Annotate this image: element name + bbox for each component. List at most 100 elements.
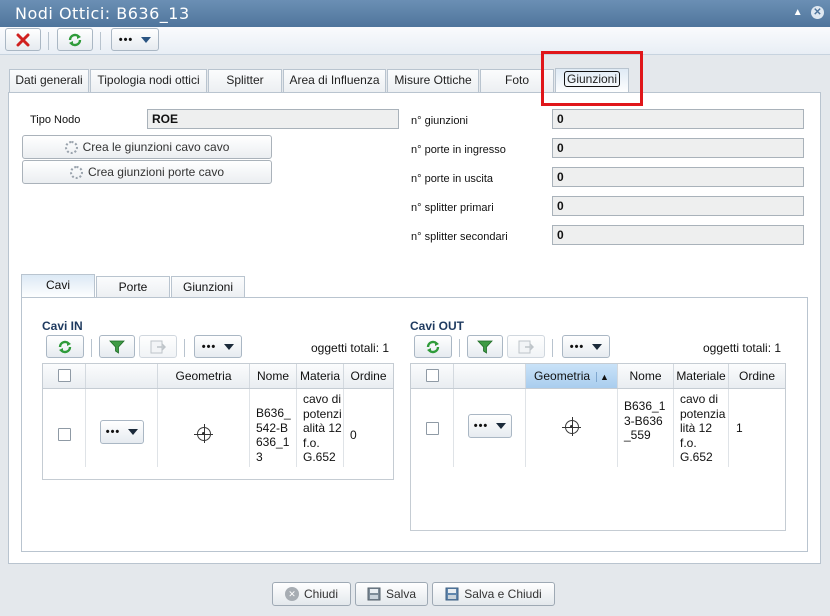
cavi-in-total: oggetti totali: 1 <box>311 341 390 355</box>
minimize-icon[interactable]: ▲ <box>791 6 804 19</box>
n-splitter-primari-field[interactable]: 0 <box>552 196 804 216</box>
crea-giunzioni-cavo-cavo-button[interactable]: Crea le giunzioni cavo cavo <box>22 135 272 159</box>
select-all-checkbox[interactable] <box>58 369 71 382</box>
tab-misure-ottiche[interactable]: Misure Ottiche <box>387 69 479 92</box>
tab-tipologia-nodi-ottici[interactable]: Tipologia nodi ottici <box>90 69 207 92</box>
ordine-cell: 0 <box>344 389 393 467</box>
col-nome[interactable]: Nome <box>250 364 297 388</box>
cavi-in-filter-button[interactable] <box>99 335 135 358</box>
chevron-down-icon <box>128 429 139 435</box>
chevron-down-icon <box>141 36 152 43</box>
more-label: ••• <box>118 33 134 46</box>
n-porte-uscita-label: n° porte in uscita <box>411 173 494 185</box>
locate-target-icon[interactable] <box>194 424 213 443</box>
cavi-out-refresh-button[interactable] <box>414 335 452 358</box>
row-menu-label: ••• <box>473 420 489 432</box>
button-label: Crea giunzioni porte cavo <box>87 165 225 179</box>
n-porte-ingresso-label: n° porte in ingresso <box>411 144 506 156</box>
select-all-checkbox[interactable] <box>426 369 439 382</box>
window-title: Nodi Ottici: B636_13 <box>15 4 190 23</box>
chevron-down-icon <box>592 343 603 350</box>
row-materiale: cavo di potenzialità 12 f.o. G.652 <box>303 392 342 464</box>
close-window-icon[interactable]: ✕ <box>811 6 824 19</box>
more-actions-dropdown[interactable]: ••• <box>111 28 159 51</box>
col-geometria[interactable]: Geometria <box>158 364 250 388</box>
sort-asc-icon: ▲ <box>596 372 609 382</box>
gear-icon <box>69 165 83 179</box>
n-porte-uscita-field[interactable]: 0 <box>552 167 804 187</box>
row-select-cell <box>411 389 454 467</box>
tipo-nodo-label: Tipo Nodo <box>30 114 81 126</box>
n-splitter-secondari-field[interactable]: 0 <box>552 225 804 245</box>
row-menu-label: ••• <box>105 426 121 438</box>
tab-porte[interactable]: Porte <box>96 276 170 298</box>
col-geometria-label: Geometria <box>534 369 591 383</box>
button-label: Salva e Chiudi <box>464 587 542 601</box>
cavi-out-more-dropdown[interactable]: ••• <box>562 335 610 358</box>
nome-cell: B636_13-B636_559 <box>618 389 674 467</box>
row-checkbox[interactable] <box>58 428 71 441</box>
chevron-down-icon <box>224 343 235 350</box>
chiudi-button[interactable]: ✕ Chiudi <box>272 582 351 606</box>
tab-label: Giunzioni <box>182 280 234 294</box>
cavi-out-title: Cavi OUT <box>410 319 465 333</box>
cavi-in-export-button[interactable] <box>139 335 177 358</box>
tab-cavi[interactable]: Cavi <box>21 274 95 298</box>
n-porte-ingresso-field[interactable]: 0 <box>552 138 804 158</box>
tipo-nodo-field[interactable]: ROE <box>147 109 399 129</box>
col-ordine[interactable]: Ordine <box>344 364 393 388</box>
refresh-button[interactable] <box>57 28 93 51</box>
row-menu-dropdown[interactable]: ••• <box>468 414 512 438</box>
n-giunzioni-label: n° giunzioni <box>411 115 468 127</box>
tab-splitter[interactable]: Splitter <box>208 69 282 92</box>
n-splitter-primari-label: n° splitter primari <box>411 202 494 214</box>
crea-giunzioni-porte-cavo-button[interactable]: Crea giunzioni porte cavo <box>22 160 272 184</box>
cavi-in-refresh-button[interactable] <box>46 335 84 358</box>
button-label: Salva <box>385 587 417 601</box>
cavi-in-more-dropdown[interactable]: ••• <box>194 335 242 358</box>
cavi-out-filter-button[interactable] <box>467 335 503 358</box>
cavi-out-export-button[interactable] <box>507 335 545 358</box>
cavi-in-title: Cavi IN <box>42 319 83 333</box>
highlight-box <box>541 51 643 106</box>
tab-label: Cavi <box>45 278 70 292</box>
grid-header: Geometria ▲ Nome Materiale Ordine <box>411 364 785 389</box>
select-all-cell <box>411 364 454 388</box>
more-label: ••• <box>569 340 585 353</box>
cavi-out-total: oggetti totali: 1 <box>703 341 782 355</box>
filter-icon <box>109 340 125 354</box>
export-icon <box>150 340 166 353</box>
salva-button[interactable]: Salva <box>355 582 428 606</box>
tab-label: Dati generali <box>15 73 83 87</box>
locate-target-icon[interactable] <box>562 417 581 436</box>
gear-icon <box>64 140 78 154</box>
tab-area-di-influenza[interactable]: Area di Influenza <box>283 69 386 92</box>
row-checkbox[interactable] <box>426 422 439 435</box>
chevron-down-icon <box>496 423 507 429</box>
geometria-cell <box>158 389 250 467</box>
row-select-cell <box>43 389 86 467</box>
col-geometria[interactable]: Geometria ▲ <box>526 364 618 388</box>
row-menu-dropdown[interactable]: ••• <box>100 420 144 444</box>
tab-dati-generali[interactable]: Dati generali <box>9 69 89 92</box>
refresh-icon <box>426 340 440 353</box>
button-label: Crea le giunzioni cavo cavo <box>82 140 230 154</box>
filter-icon <box>477 340 493 354</box>
n-giunzioni-field[interactable]: 0 <box>552 109 804 129</box>
materiale-cell: cavo di potenzialità 12 f.o. G.652 <box>297 389 344 467</box>
row-actions-cell: ••• <box>86 389 158 467</box>
row-actions-cell: ••• <box>454 389 526 467</box>
delete-button[interactable] <box>5 28 41 51</box>
col-materiale[interactable]: Materia <box>297 364 344 388</box>
col-materiale[interactable]: Materiale <box>674 364 729 388</box>
save-icon <box>367 587 381 601</box>
tab-giunzioni-inner[interactable]: Giunzioni <box>171 276 245 298</box>
col-nome[interactable]: Nome <box>618 364 674 388</box>
save-close-icon <box>445 587 459 601</box>
button-label: Chiudi <box>303 587 339 601</box>
salva-e-chiudi-button[interactable]: Salva e Chiudi <box>432 582 555 606</box>
grid-header: Geometria Nome Materia Ordine <box>43 364 393 389</box>
col-ordine[interactable]: Ordine <box>729 364 785 388</box>
tab-label: Porte <box>118 280 148 294</box>
refresh-icon <box>68 33 82 46</box>
